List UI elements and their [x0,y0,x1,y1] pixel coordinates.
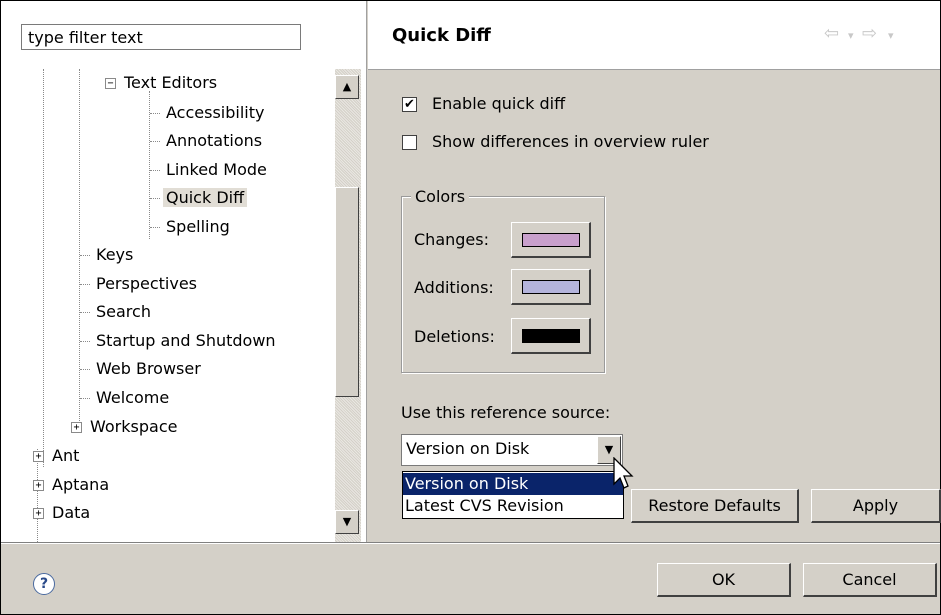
forward-menu-chevron-icon[interactable]: ▾ [888,29,894,42]
scroll-up-arrow-icon[interactable]: ▲ [335,75,359,99]
back-menu-chevron-icon[interactable]: ▾ [848,29,854,42]
reference-source-dropdown: Version on Disk Latest CVS Revision [402,471,624,519]
tree-item-annotations[interactable]: Annotations [163,129,265,153]
tree-scrollbar[interactable]: ▲ ▼ [335,69,361,542]
tree-connector [80,312,90,313]
expand-icon[interactable]: + [33,508,44,519]
preferences-tree-pane: − Text Editors Accessibility Annotations… [1,1,367,542]
tree-item-label: Aptana [52,475,110,494]
tree-guide-line [43,69,44,467]
expand-icon[interactable]: + [33,451,44,462]
tree-connector [80,369,90,370]
tree-item-label: Ant [52,446,80,465]
apply-button[interactable]: Apply [811,489,941,523]
tree-item-aptana[interactable]: + Aptana [33,473,112,497]
deletions-color-button[interactable] [511,318,591,354]
tree-item-label: Data [52,503,91,522]
tree-item-web-browser[interactable]: Web Browser [93,357,204,381]
tree-connector [150,170,160,171]
colors-legend: Colors [411,187,470,206]
tree-connector [80,341,90,342]
tree-item-spelling[interactable]: Spelling [163,215,233,239]
tree-item-welcome[interactable]: Welcome [93,386,172,410]
reference-source-value: Version on Disk [406,439,530,458]
filter-input[interactable] [21,24,301,50]
tree-item-label: Annotations [166,131,263,150]
reference-source-combo[interactable]: Version on Disk ▼ [401,434,623,466]
additions-color-button[interactable] [511,269,591,305]
tree-connector [150,141,160,142]
back-arrow-icon[interactable]: ⇦ [824,23,839,44]
changes-color-swatch [522,233,580,247]
tree-connector [80,255,90,256]
tree-item-linked-mode[interactable]: Linked Mode [163,158,270,182]
tree-item-label: Spelling [166,217,230,236]
tree-item-label: Quick Diff [163,188,248,207]
tree-connector [150,198,160,199]
tree-item-perspectives[interactable]: Perspectives [93,272,200,296]
dropdown-option-latest-cvs-revision[interactable]: Latest CVS Revision [403,495,623,517]
additions-label: Additions: [414,278,494,297]
tree-item-label: Keys [96,245,134,264]
dropdown-option-version-on-disk[interactable]: Version on Disk [403,473,623,495]
additions-color-swatch [522,280,580,294]
deletions-color-swatch [522,329,580,343]
scroll-down-arrow-icon[interactable]: ▼ [335,510,359,534]
tree-item-label: Search [96,302,151,321]
forward-arrow-icon[interactable]: ⇨ [862,23,877,44]
page-title: Quick Diff [392,25,491,46]
expand-icon[interactable]: + [71,422,82,433]
enable-quick-diff-checkbox[interactable]: ✔ [402,97,417,112]
tree-item-startup-and-shutdown[interactable]: Startup and Shutdown [93,329,279,353]
tree-item-label: Accessibility [166,103,265,122]
tree-item-text-editors[interactable]: − Text Editors [105,71,220,95]
mouse-pointer-icon [613,457,634,489]
tree-connector [150,113,160,114]
tree-item-keys[interactable]: Keys [93,243,136,267]
tree-item-label: Linked Mode [166,160,267,179]
tree-item-label: Workspace [90,417,178,436]
tree-connector [80,398,90,399]
ok-button[interactable]: OK [657,563,791,597]
reference-source-label: Use this reference source: [401,403,611,422]
tree-connector [80,284,90,285]
show-differences-label: Show differences in overview ruler [432,132,709,151]
scrollbar-thumb[interactable] [335,187,359,397]
preferences-dialog: − Text Editors Accessibility Annotations… [0,0,941,615]
help-icon[interactable]: ? [33,573,55,595]
collapse-icon[interactable]: − [105,78,116,89]
expand-icon[interactable]: + [33,480,44,491]
tree-guide-line [79,69,80,429]
tree-item-label: Text Editors [124,73,218,92]
changes-color-button[interactable] [511,222,591,258]
footer-separator [1,542,940,544]
tree-item-search[interactable]: Search [93,300,154,324]
tree-item-ant[interactable]: + Ant [33,444,82,468]
show-differences-checkbox[interactable] [402,135,417,150]
tree-item-quick-diff[interactable]: Quick Diff [163,186,248,210]
deletions-label: Deletions: [414,327,495,346]
changes-label: Changes: [414,230,489,249]
tree-item-label: Welcome [96,388,170,407]
tree-item-accessibility[interactable]: Accessibility [163,101,267,125]
preferences-tree: − Text Editors Accessibility Annotations… [1,69,335,542]
tree-connector [150,227,160,228]
tree-item-workspace[interactable]: + Workspace [71,415,180,439]
page-header: Quick Diff ⇦ ▾ ⇨ ▾ [368,1,940,70]
tree-item-data[interactable]: + Data [33,501,93,525]
tree-item-label: Startup and Shutdown [96,331,276,350]
cancel-button[interactable]: Cancel [803,563,937,597]
enable-quick-diff-label: Enable quick diff [432,94,566,113]
tree-item-label: Web Browser [96,359,201,378]
restore-defaults-button[interactable]: Restore Defaults [631,489,799,523]
tree-item-label: Perspectives [96,274,197,293]
